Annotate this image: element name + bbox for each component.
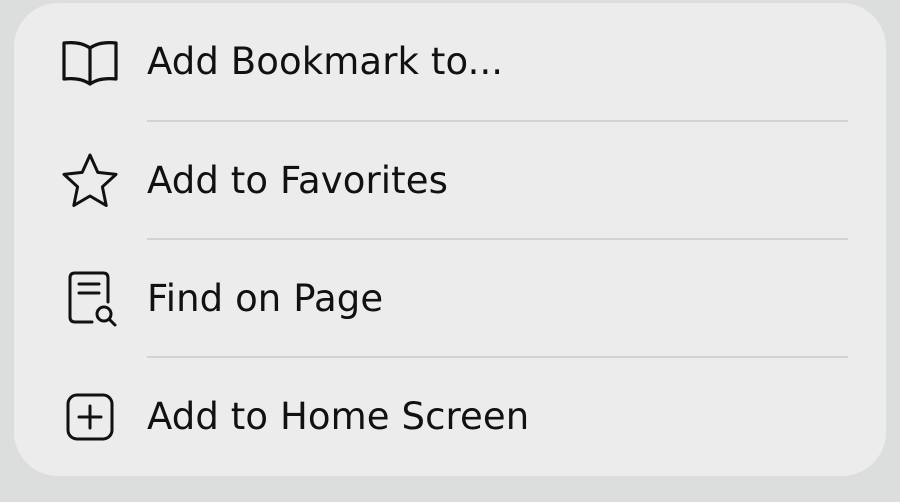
menu-item-add-to-home-screen[interactable]: Add to Home Screen <box>14 358 886 476</box>
context-menu: Add Bookmark to... Add to Favorites Find… <box>14 3 886 476</box>
menu-item-add-to-favorites[interactable]: Add to Favorites <box>14 122 886 240</box>
menu-item-label: Find on Page <box>147 277 384 320</box>
star-icon <box>62 153 118 207</box>
menu-item-label: Add to Favorites <box>147 159 449 202</box>
plus-square-icon <box>66 393 114 441</box>
book-icon <box>62 41 118 86</box>
menu-item-find-on-page[interactable]: Find on Page <box>14 240 886 358</box>
menu-item-add-bookmark[interactable]: Add Bookmark to... <box>14 3 886 121</box>
menu-item-label: Add Bookmark to... <box>147 40 504 83</box>
find-on-page-icon <box>68 271 117 327</box>
menu-item-label: Add to Home Screen <box>147 395 530 438</box>
